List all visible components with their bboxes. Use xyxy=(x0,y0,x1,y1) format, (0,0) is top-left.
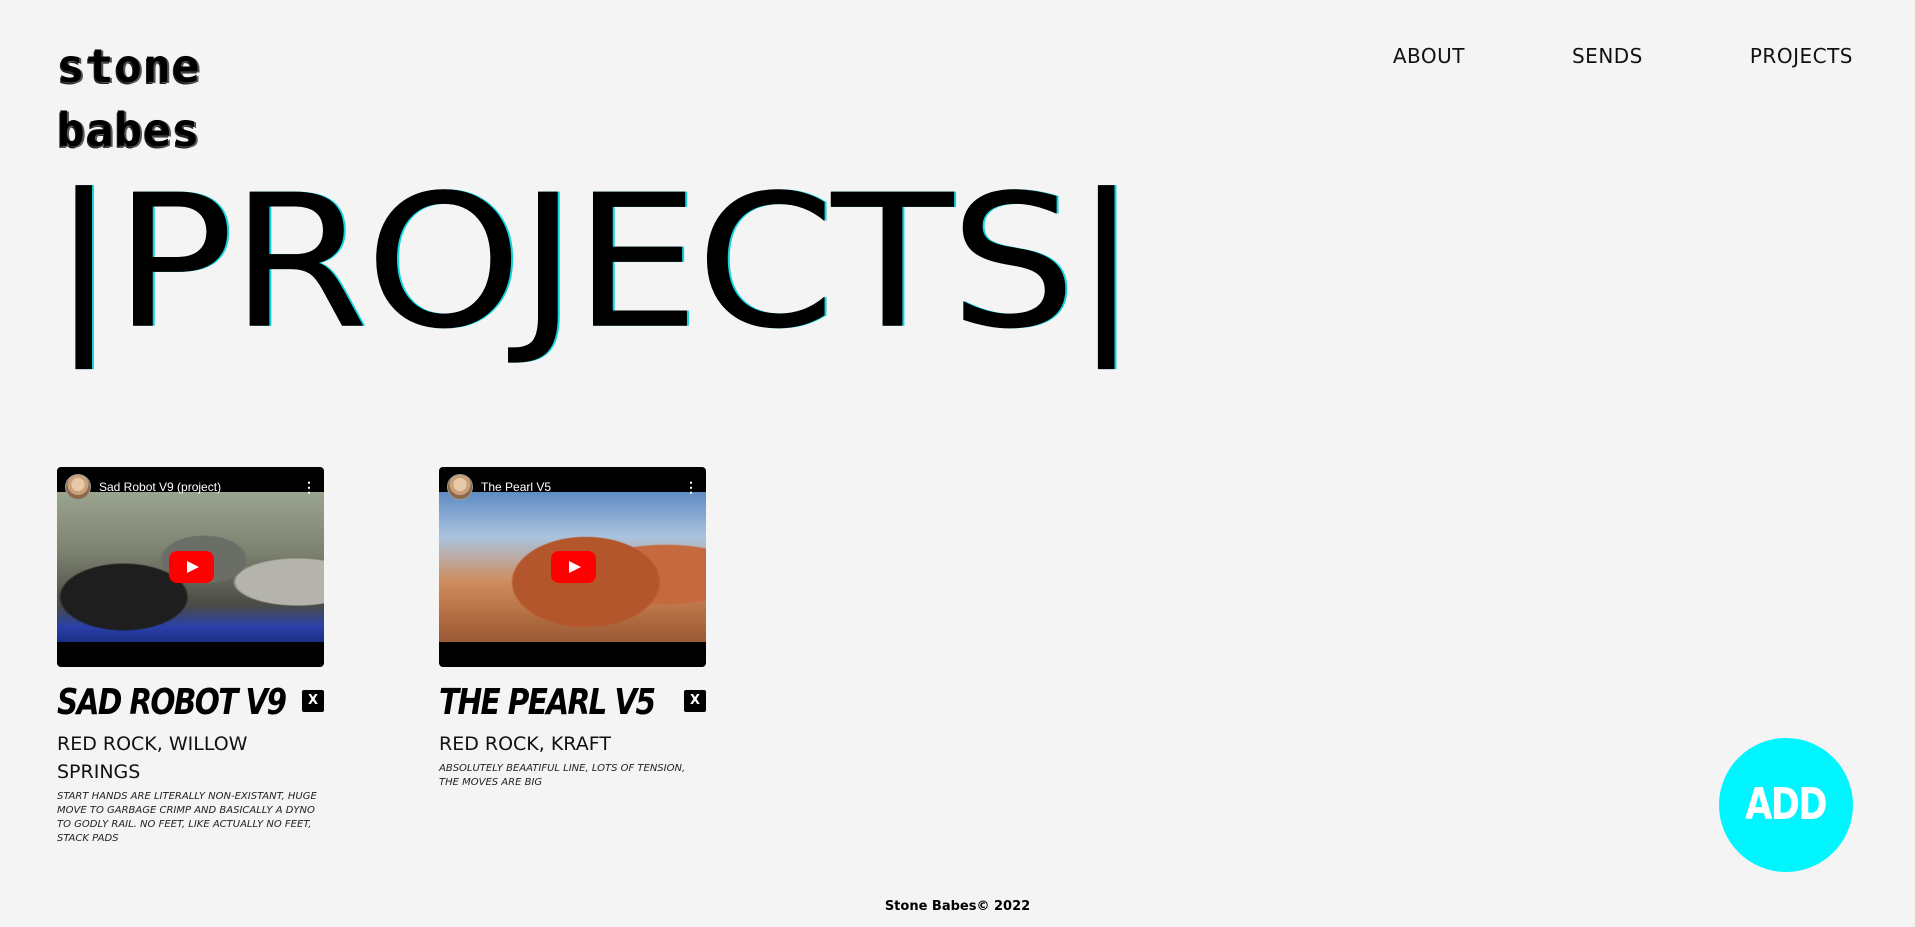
project-title: THE PEARL V5 xyxy=(439,682,656,723)
footer-copyright: Stone Babes© 2022 xyxy=(884,899,1031,914)
play-icon[interactable] xyxy=(168,551,214,583)
delete-button[interactable]: X xyxy=(302,690,324,712)
project-card: The Pearl V5 ⋮ THE PEARL V5 X RED ROCK, … xyxy=(439,467,706,790)
logo[interactable]: stone babes xyxy=(57,34,237,162)
video-embed[interactable]: Sad Robot V9 (project) ⋮ xyxy=(57,467,324,667)
more-vertical-icon[interactable]: ⋮ xyxy=(684,480,698,494)
video-title[interactable]: Sad Robot V9 (project) xyxy=(99,480,294,494)
nav-projects[interactable]: PROJECTS xyxy=(1750,44,1853,68)
project-location: RED ROCK, KRAFT xyxy=(439,733,611,755)
video-embed[interactable]: The Pearl V5 ⋮ xyxy=(439,467,706,667)
logo-line-1: stone xyxy=(57,39,201,93)
more-vertical-icon[interactable]: ⋮ xyxy=(302,480,316,494)
card-header: SAD ROBOT V9 X xyxy=(57,684,324,722)
project-description: ABSOLUTELY BEAATIFUL LINE, LOTS OF TENSI… xyxy=(439,763,686,788)
delete-button[interactable]: X xyxy=(684,690,706,712)
add-project-button[interactable]: ADD xyxy=(1719,738,1853,872)
project-location: RED ROCK, WILLOW SPRINGS xyxy=(57,733,248,783)
nav-about[interactable]: ABOUT xyxy=(1393,44,1465,68)
play-icon[interactable] xyxy=(550,551,596,583)
project-description: START HANDS ARE LITERALLY NON-EXISTANT, … xyxy=(57,791,317,844)
video-title[interactable]: The Pearl V5 xyxy=(481,480,676,494)
main-nav: ABOUT SENDS PROJECTS xyxy=(1393,44,1853,68)
project-title: SAD ROBOT V9 xyxy=(57,682,287,723)
channel-avatar[interactable] xyxy=(65,474,91,500)
channel-avatar[interactable] xyxy=(447,474,473,500)
page: stone babes ABOUT SENDS PROJECTS |PROJEC… xyxy=(0,0,1915,927)
video-header: The Pearl V5 ⋮ xyxy=(439,467,706,507)
video-header: Sad Robot V9 (project) ⋮ xyxy=(57,467,324,507)
page-title: |PROJECTS| xyxy=(50,155,1140,370)
add-button-label: ADD xyxy=(1745,779,1828,830)
logo-line-2: babes xyxy=(57,103,201,157)
card-header: THE PEARL V5 X xyxy=(439,684,706,722)
project-card: Sad Robot V9 (project) ⋮ SAD ROBOT V9 X … xyxy=(57,467,324,846)
nav-sends[interactable]: SENDS xyxy=(1572,44,1643,68)
